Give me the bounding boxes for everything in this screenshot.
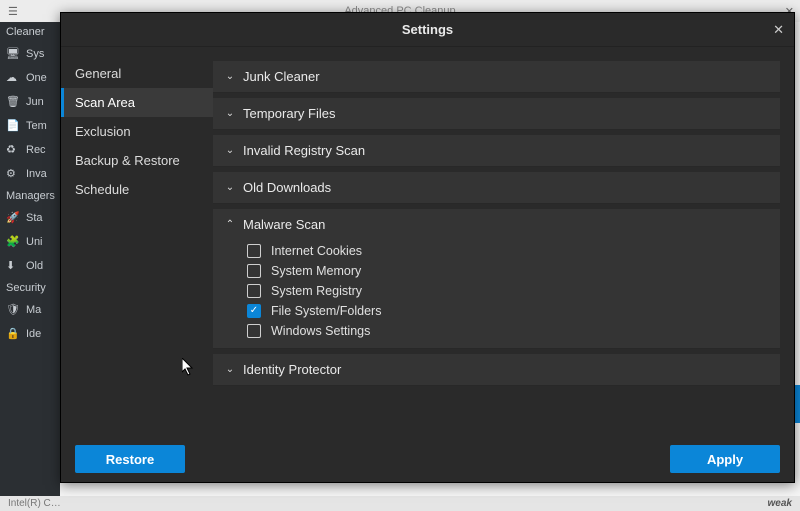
section-temporary-files: ⌄ Temporary Files [213,98,780,130]
section-label: Old Downloads [243,180,331,195]
settings-modal: Settings ✕ General Scan Area Exclusion B… [60,12,795,483]
apply-button[interactable]: Apply [670,445,780,473]
app-sidebar: Cleaner 🖥Sys ☁One 🗑Jun 📄Tem ♻Rec ⚙Inva M… [0,22,60,496]
section-header[interactable]: ⌃ Malware Scan [213,209,780,240]
modal-header: Settings ✕ [61,13,794,47]
chevron-down-icon: ⌄ [225,145,235,156]
uninstall-icon: 🧩 [6,235,20,249]
startup-icon: 🚀 [6,211,20,225]
section-header[interactable]: ⌄ Junk Cleaner [213,61,780,92]
section-header[interactable]: ⌄ Temporary Files [213,98,780,129]
section-body: Internet Cookies System Memory System Re… [213,240,780,348]
checkbox[interactable] [247,264,261,278]
shield-icon: 🛡 [6,303,20,317]
sidebar-item[interactable]: 🖥Sys [0,42,60,66]
sidebar-item[interactable]: ♻Rec [0,138,60,162]
monitor-icon: 🖥 [6,47,20,61]
sidebar-item[interactable]: 🔒Ide [0,322,60,346]
section-label: Identity Protector [243,362,341,377]
sidebar-item[interactable]: 📄Tem [0,114,60,138]
nav-item-general[interactable]: General [61,59,213,88]
sidebar-item[interactable]: ☁One [0,66,60,90]
section-identity-protector: ⌄ Identity Protector [213,354,780,386]
trash-icon: 🗑 [6,95,20,109]
chevron-down-icon: ⌄ [225,71,235,82]
nav-item-exclusion[interactable]: Exclusion [61,117,213,146]
sidebar-item[interactable]: ⬇Old [0,254,60,278]
checkbox[interactable] [247,304,261,318]
nav-item-schedule[interactable]: Schedule [61,175,213,204]
sidebar-item[interactable]: 🧩Uni [0,230,60,254]
file-icon: 📄 [6,119,20,133]
section-malware-scan: ⌃ Malware Scan Internet Cookies System M… [213,209,780,349]
section-header[interactable]: ⌄ Identity Protector [213,354,780,385]
checkbox[interactable] [247,244,261,258]
restore-button[interactable]: Restore [75,445,185,473]
nav-item-backup-restore[interactable]: Backup & Restore [61,146,213,175]
sidebar-section-cleaner: Cleaner [0,22,60,42]
sidebar-item[interactable]: 🛡Ma [0,298,60,322]
option-label: Internet Cookies [271,244,362,258]
section-old-downloads: ⌄ Old Downloads [213,172,780,204]
identity-icon: 🔒 [6,327,20,341]
option-windows-settings[interactable]: Windows Settings [247,324,768,338]
status-right: weak [768,498,792,509]
option-file-system-folders[interactable]: File System/Folders [247,304,768,318]
download-icon: ⬇ [6,259,20,273]
option-label: System Memory [271,264,361,278]
option-label: System Registry [271,284,362,298]
hamburger-icon[interactable]: ☰ [8,5,18,18]
option-label: File System/Folders [271,304,381,318]
section-label: Temporary Files [243,106,335,121]
chevron-down-icon: ⌄ [225,364,235,375]
nav-item-scan-area[interactable]: Scan Area [61,88,213,117]
sidebar-item[interactable]: 🚀Sta [0,206,60,230]
checkbox[interactable] [247,324,261,338]
settings-nav: General Scan Area Exclusion Backup & Res… [61,47,213,436]
option-internet-cookies[interactable]: Internet Cookies [247,244,768,258]
sidebar-section-security: Security [0,278,60,298]
accordion: ⌄ Junk Cleaner ⌄ Temporary Files ⌄ Inval [213,61,780,404]
settings-panel: ⌄ Junk Cleaner ⌄ Temporary Files ⌄ Inval [213,47,794,436]
sidebar-item[interactable]: 🗑Jun [0,90,60,114]
chevron-down-icon: ⌄ [225,108,235,119]
option-system-memory[interactable]: System Memory [247,264,768,278]
option-label: Windows Settings [271,324,370,338]
close-icon[interactable]: ✕ [773,22,784,38]
option-system-registry[interactable]: System Registry [247,284,768,298]
modal-title: Settings [402,22,453,37]
checkbox[interactable] [247,284,261,298]
section-header[interactable]: ⌄ Invalid Registry Scan [213,135,780,166]
registry-icon: ⚙ [6,167,20,181]
section-label: Malware Scan [243,217,325,232]
status-bar: Intel(R) C… weak [0,496,800,511]
section-junk-cleaner: ⌄ Junk Cleaner [213,61,780,93]
section-label: Invalid Registry Scan [243,143,365,158]
recycle-icon: ♻ [6,143,20,157]
sidebar-item[interactable]: ⚙Inva [0,162,60,186]
modal-footer: Restore Apply [61,436,794,482]
section-invalid-registry: ⌄ Invalid Registry Scan [213,135,780,167]
cloud-icon: ☁ [6,71,20,85]
section-header[interactable]: ⌄ Old Downloads [213,172,780,203]
status-left: Intel(R) C… [8,498,61,509]
section-label: Junk Cleaner [243,69,320,84]
chevron-up-icon: ⌃ [225,219,235,230]
chevron-down-icon: ⌄ [225,182,235,193]
sidebar-section-managers: Managers [0,186,60,206]
